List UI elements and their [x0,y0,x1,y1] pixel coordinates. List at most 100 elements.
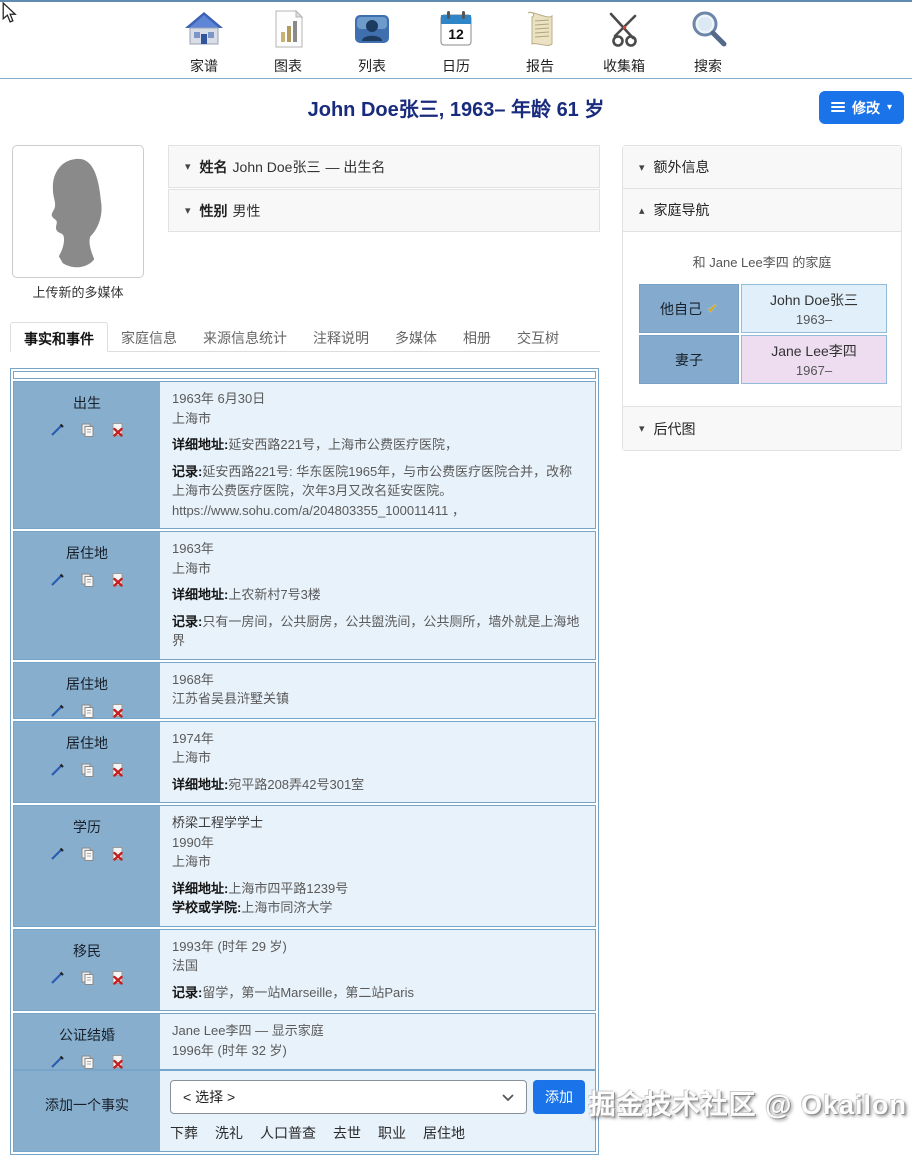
fact-line: 上海市 [172,852,583,872]
tab-5[interactable]: 相册 [450,322,504,351]
fact-actions [50,422,125,437]
edit-icon[interactable] [50,970,65,985]
extra-info-header[interactable]: ▾ 额外信息 [623,146,901,189]
delete-icon[interactable] [110,762,125,777]
name-accordion[interactable]: ▾ 姓名 John Doe张三 — 出生名 [168,145,600,188]
nav-item-trees[interactable]: 家谱 [175,8,233,76]
quick-fact-link[interactable]: 下葬 [170,1123,198,1143]
fact-label: 居住地 [66,733,108,753]
edit-button-label: 修改 [852,98,880,118]
fact-actions [50,703,125,718]
fact-actions [50,970,125,985]
name-label: 姓名 [200,157,228,177]
calendar-icon: 12 [435,8,477,50]
tab-6[interactable]: 交互树 [504,322,572,351]
fact-content: 1974年上海市详细地址:宛平路208弄42号301室 [160,722,595,803]
family-member-name: John Doe张三 [746,290,882,310]
nav-item-calendar[interactable]: 12 日历 [427,8,485,76]
tab-bar: 事实和事件家庭信息来源信息统计注释说明多媒体相册交互树 [10,322,600,352]
edit-icon[interactable] [50,846,65,861]
family-navigator-label: 家庭导航 [654,200,710,220]
quick-fact-link[interactable]: 职业 [378,1123,406,1143]
nav-item-label: 日历 [427,56,485,76]
fact-line: 1974年 [172,729,583,749]
delete-icon[interactable] [110,422,125,437]
quick-fact-link[interactable]: 人口普查 [260,1123,316,1143]
fact-line: 1990年 [172,833,583,853]
fact-label-cell: 学历 [14,806,160,926]
fact-actions [50,846,125,861]
family-member-card[interactable]: Jane Lee李四1967– [741,335,887,384]
delete-icon[interactable] [110,572,125,587]
add-fact-label-cell: 添加一个事实 [14,1071,160,1151]
fact-content: 1963年 6月30日上海市详细地址:延安西路221号，上海市公费医疗医院，记录… [160,382,595,528]
nav-item-label: 收集箱 [595,56,653,76]
collapse-caret-icon: ▾ [639,161,645,174]
tab-3[interactable]: 注释说明 [300,322,382,351]
fact-line: 上海市 [172,409,583,429]
family-role-cell[interactable]: 他自己✔ [639,284,739,333]
tab-4[interactable]: 多媒体 [382,322,450,351]
edit-icon[interactable] [50,703,65,718]
nav-item-reports[interactable]: 报告 [511,8,569,76]
quick-fact-link[interactable]: 洗礼 [215,1123,243,1143]
fact-line: 记录:只有一房间，公共厨房，公共盥洗间，公共厕所，墙外就是上海地界 [172,612,583,651]
family-row: 他自己✔John Doe张三1963– [639,284,887,333]
fact-content: 1993年 (时年 29 岁)法国记录:留学，第一站Marseille，第二站P… [160,930,595,1011]
edit-icon[interactable] [50,1054,65,1069]
quick-fact-link[interactable]: 去世 [333,1123,361,1143]
page-title: John Doe张三, 1963– 年龄 61 岁 [0,93,912,122]
copy-icon[interactable] [80,703,95,718]
descendants-chart-header[interactable]: ▾ 后代图 [623,407,901,450]
copy-icon[interactable] [80,422,95,437]
portrait-placeholder[interactable] [12,145,144,278]
copy-icon[interactable] [80,572,95,587]
fact-actions [50,1054,125,1069]
nav-item-label: 图表 [259,56,317,76]
silhouette-icon [26,153,131,271]
edit-button[interactable]: 修改 ▾ [819,91,904,124]
family-navigator-header[interactable]: ▴ 家庭导航 [623,189,901,232]
nav-item-search[interactable]: 搜索 [679,8,737,76]
family-role-cell[interactable]: 妻子 [639,335,739,384]
add-fact-label: 添加一个事实 [45,1082,129,1115]
tab-0[interactable]: 事实和事件 [10,322,108,352]
edit-icon[interactable] [50,762,65,777]
copy-icon[interactable] [80,970,95,985]
delete-icon[interactable] [110,846,125,861]
nav-item-clippings[interactable]: 收集箱 [595,8,653,76]
fact-type-select-value: < 选择 > [183,1087,235,1107]
copy-icon[interactable] [80,1054,95,1069]
copy-icon[interactable] [80,846,95,861]
add-fact-button[interactable]: 添加 [533,1080,585,1114]
fact-type-select[interactable]: < 选择 > [170,1080,527,1114]
fact-content: 1963年上海市详细地址:上农新村7号3楼记录:只有一房间，公共厨房，公共盥洗间… [160,532,595,659]
tab-1[interactable]: 家庭信息 [108,322,190,351]
tab-2[interactable]: 来源信息统计 [190,322,300,351]
family-member-years: 1967– [746,363,882,378]
delete-icon[interactable] [110,970,125,985]
fact-label: 居住地 [66,543,108,563]
fact-row: 学历桥梁工程学学士1990年上海市详细地址:上海市四平路1239号学校或学院:上… [13,805,596,927]
nav-item-lists[interactable]: 列表 [343,8,401,76]
family-member-card[interactable]: John Doe张三1963– [741,284,887,333]
sex-accordion[interactable]: ▾ 性别 男性 [168,189,600,232]
delete-icon[interactable] [110,1054,125,1069]
fact-actions [50,572,125,587]
sidebar: ▾ 额外信息 ▴ 家庭导航 和 Jane Lee李四 的家庭 他自己✔John … [622,145,902,451]
edit-icon[interactable] [50,422,65,437]
quick-fact-links: 下葬洗礼人口普查去世职业居住地 [170,1123,585,1143]
delete-icon[interactable] [110,703,125,718]
upload-media-link[interactable]: 上传新的多媒体 [12,282,144,301]
nav-item-charts[interactable]: 图表 [259,8,317,76]
fact-line: 详细地址:上海市四平路1239号 [172,879,583,899]
name-value: John Doe张三 [233,157,321,177]
search-icon [687,8,729,50]
fact-label: 出生 [73,393,101,413]
quick-fact-link[interactable]: 居住地 [423,1123,465,1143]
watermark: 掘金技术社区 @ Okailon [589,1083,907,1122]
copy-icon[interactable] [80,762,95,777]
fact-label-cell: 居住地 [14,532,160,659]
menu-icon [831,100,845,116]
edit-icon[interactable] [50,572,65,587]
